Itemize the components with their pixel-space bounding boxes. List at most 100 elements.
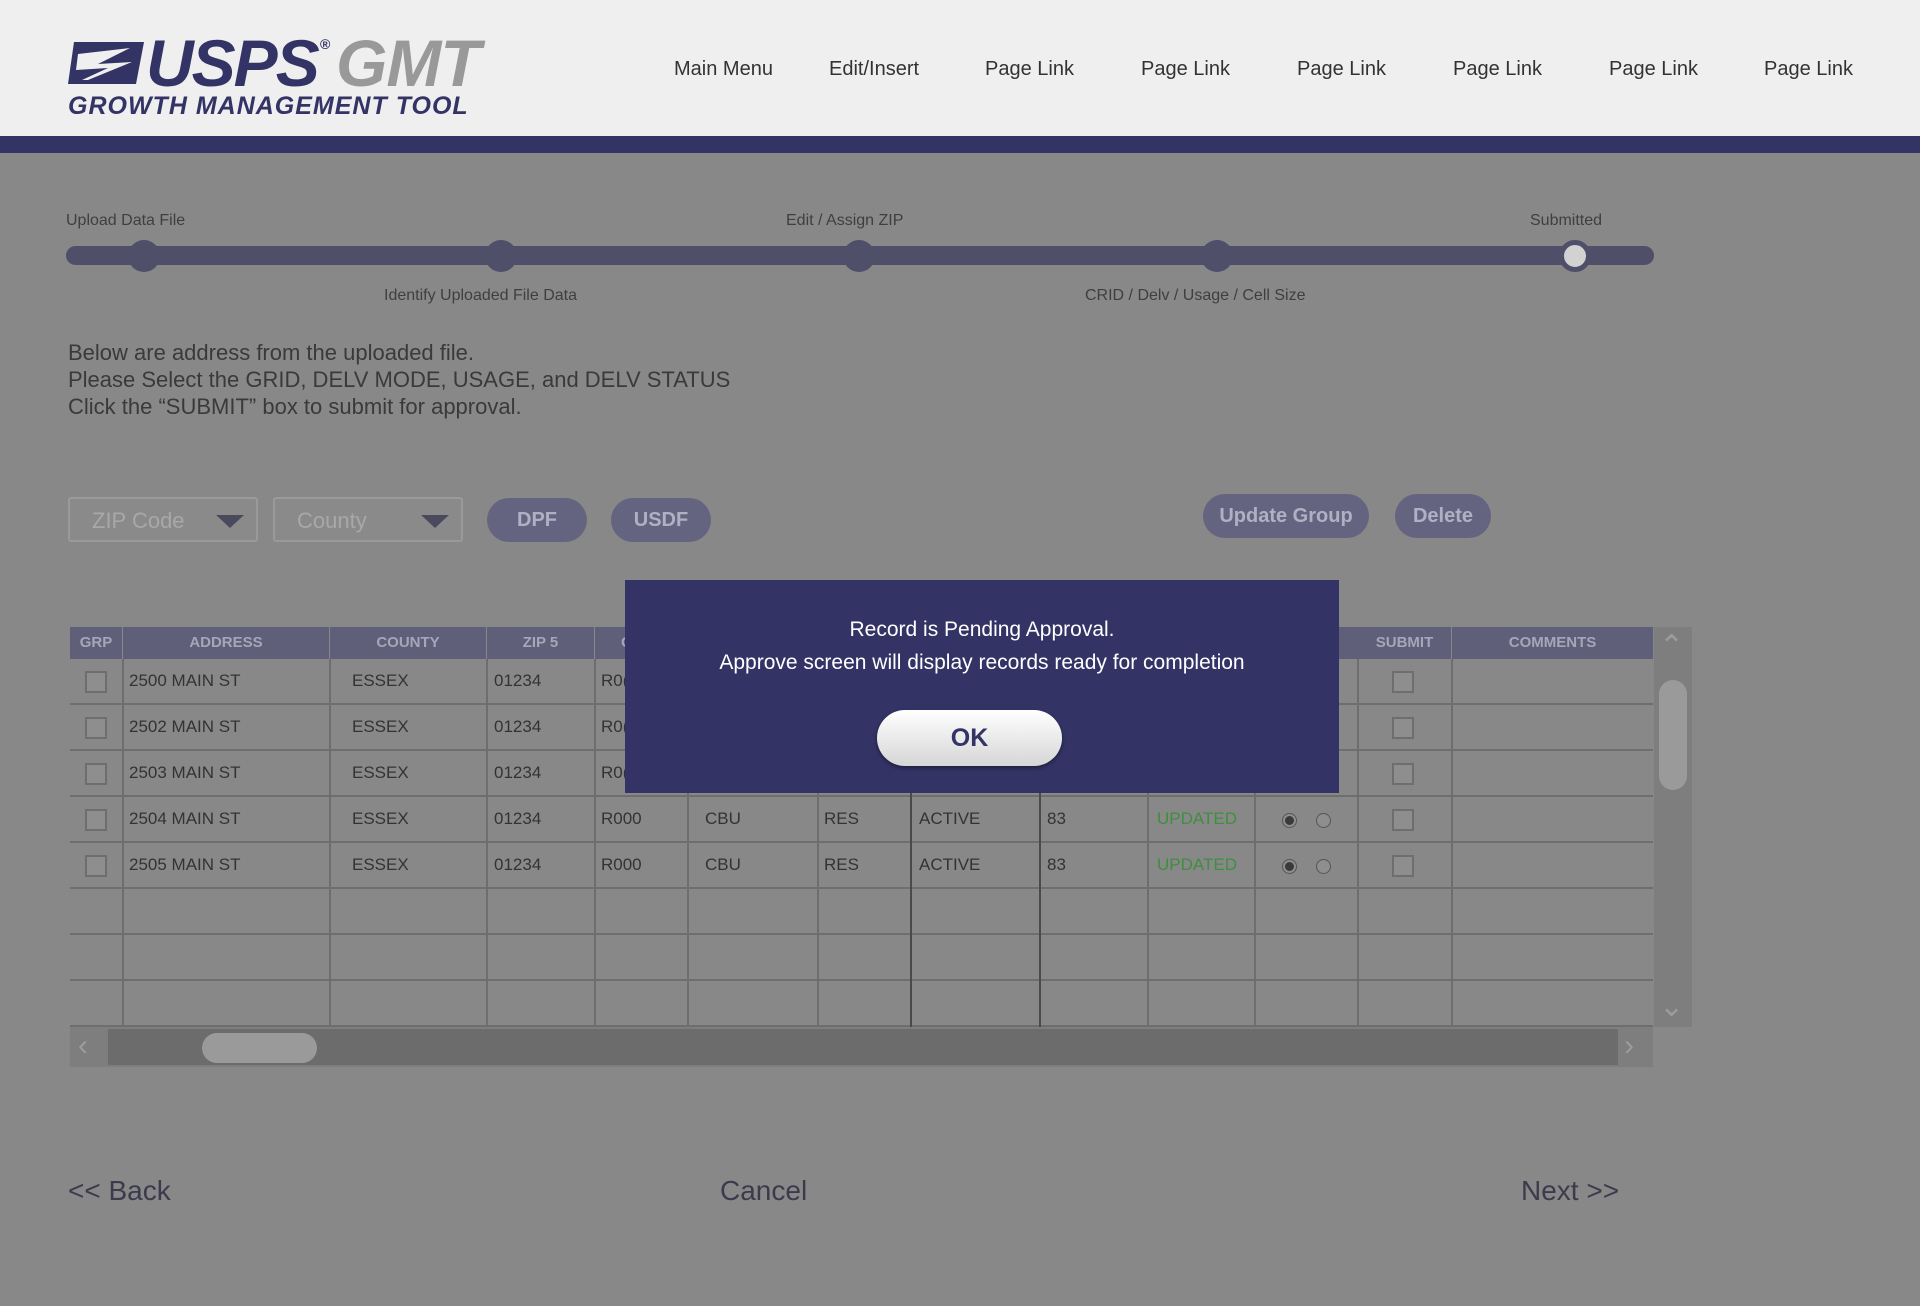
step-label-edit-assign: Edit / Assign ZIP — [786, 212, 904, 229]
cell-zip: 01234 — [494, 717, 542, 736]
progress-step-5-current — [1559, 240, 1591, 272]
delete-button[interactable]: Delete — [1395, 494, 1491, 538]
grp-checkbox[interactable] — [85, 717, 107, 739]
cell-county: ESSEX — [352, 855, 409, 874]
cell-county: ESSEX — [352, 671, 409, 690]
cell-status: ACTIVE — [919, 855, 981, 874]
nav-page-link-6[interactable]: Page Link — [1764, 58, 1853, 81]
grp-checkbox[interactable] — [85, 671, 107, 693]
cell-address: 2500 MAIN ST — [129, 671, 241, 690]
update-group-button[interactable]: Update Group — [1203, 494, 1369, 538]
cell-crid: R0( — [601, 671, 629, 690]
zip-code-placeholder: ZIP Code — [92, 508, 185, 533]
nav-page-link-1[interactable]: Page Link — [985, 58, 1074, 81]
cell-size: 83 — [1047, 855, 1066, 874]
nav-page-link-2[interactable]: Page Link — [1141, 58, 1230, 81]
col-divider — [329, 659, 331, 1027]
cell-address: 2503 MAIN ST — [129, 763, 241, 782]
cell-crid: R000 — [601, 809, 642, 828]
col-header-address: ADDRESS — [123, 627, 330, 659]
selection-radio-off[interactable] — [1316, 859, 1331, 874]
table-row — [70, 981, 1653, 1027]
cell-mode: CBU — [705, 855, 741, 874]
selection-radio-off[interactable] — [1316, 813, 1331, 828]
logo-gmt-text: GMT — [336, 26, 481, 100]
chevron-left-icon[interactable]: ‹ — [78, 1031, 88, 1061]
cell-size: 83 — [1047, 809, 1066, 828]
dpf-button[interactable]: DPF — [487, 498, 587, 542]
logo-registered-mark: ® — [320, 36, 331, 52]
col-header-comments: COMMENTS — [1452, 627, 1653, 659]
col-header-zip5: ZIP 5 — [487, 627, 595, 659]
progress-step-4 — [1201, 240, 1233, 272]
step-label-submitted: Submitted — [1530, 212, 1603, 229]
county-select[interactable]: County — [273, 497, 463, 542]
cell-crid: R0( — [601, 763, 629, 782]
eagle-logo-icon — [68, 42, 144, 84]
selection-radio-on[interactable] — [1282, 813, 1297, 828]
table-row — [70, 935, 1653, 981]
cell-county: ESSEX — [352, 809, 409, 828]
back-link[interactable]: << Back — [68, 1175, 171, 1207]
submit-checkbox[interactable] — [1392, 763, 1414, 785]
nav-page-link-3[interactable]: Page Link — [1297, 58, 1386, 81]
cell-zip: 01234 — [494, 763, 542, 782]
cell-zip: 01234 — [494, 855, 542, 874]
grp-checkbox[interactable] — [85, 809, 107, 831]
cell-status: ACTIVE — [919, 809, 981, 828]
cell-crid: R0( — [601, 717, 629, 736]
col-divider — [1357, 659, 1359, 1027]
col-divider — [594, 659, 596, 1027]
grp-checkbox[interactable] — [85, 763, 107, 785]
cell-address: 2504 MAIN ST — [129, 809, 241, 828]
cell-usage: RES — [824, 809, 859, 828]
horizontal-scroll-thumb[interactable] — [202, 1033, 317, 1063]
county-placeholder: County — [297, 508, 367, 533]
selection-radio-on[interactable] — [1282, 859, 1297, 874]
col-header-submit: SUBMIT — [1358, 627, 1452, 659]
zip-code-select[interactable]: ZIP Code — [68, 497, 258, 542]
col-header-grp: GRP — [70, 627, 123, 659]
chevron-down-icon — [421, 515, 449, 528]
usdf-button[interactable]: USDF — [611, 498, 711, 542]
header-accent-bar — [0, 136, 1920, 153]
nav-page-link-4[interactable]: Page Link — [1453, 58, 1542, 81]
submit-checkbox[interactable] — [1392, 809, 1414, 831]
progress-step-3 — [843, 240, 875, 272]
vertical-scroll-thumb[interactable] — [1659, 680, 1687, 790]
pending-approval-dialog: Record is Pending Approval. Approve scre… — [625, 580, 1339, 793]
nav-page-link-5[interactable]: Page Link — [1609, 58, 1698, 81]
table-row: 2504 MAIN ST ESSEX 01234 R000 CBU RES ACTIVE 83… — [70, 797, 1653, 843]
cell-usage: RES — [824, 855, 859, 874]
nav-edit-insert[interactable]: Edit/Insert — [829, 58, 919, 81]
progress-step-1 — [128, 240, 160, 272]
cell-state: UPDATED — [1157, 855, 1237, 874]
step-label-upload: Upload Data File — [66, 212, 186, 229]
col-divider — [122, 659, 124, 1027]
col-divider — [486, 659, 488, 1027]
cancel-link[interactable]: Cancel — [720, 1175, 807, 1207]
ok-button[interactable]: OK — [877, 710, 1062, 766]
chevron-right-icon[interactable]: › — [1624, 1031, 1634, 1061]
chevron-up-icon[interactable]: ⌃ — [1659, 632, 1684, 662]
col-header-county: COUNTY — [330, 627, 487, 659]
submit-checkbox[interactable] — [1392, 671, 1414, 693]
grp-checkbox[interactable] — [85, 855, 107, 877]
chevron-down-icon[interactable]: ⌄ — [1659, 992, 1684, 1022]
cell-address: 2505 MAIN ST — [129, 855, 241, 874]
usps-gmt-logo: USPS ® GMT GROWTH MANAGEMENT TOOL — [68, 30, 488, 124]
dialog-message-line-1: Record is Pending Approval. — [849, 618, 1115, 641]
next-link[interactable]: Next >> — [1521, 1175, 1619, 1207]
cell-zip: 01234 — [494, 809, 542, 828]
cell-county: ESSEX — [352, 717, 409, 736]
horizontal-scroll-track — [108, 1029, 1618, 1065]
chevron-down-icon — [216, 515, 244, 528]
table-row: 2505 MAIN ST ESSEX 01234 R000 CBU RES ACTIVE 83… — [70, 843, 1653, 889]
progress-step-2 — [485, 240, 517, 272]
table-row — [70, 889, 1653, 935]
submit-checkbox[interactable] — [1392, 855, 1414, 877]
cell-crid: R000 — [601, 855, 642, 874]
nav-main-menu[interactable]: Main Menu — [674, 58, 773, 81]
submit-checkbox[interactable] — [1392, 717, 1414, 739]
step-label-identify: Identify Uploaded File Data — [384, 287, 577, 304]
